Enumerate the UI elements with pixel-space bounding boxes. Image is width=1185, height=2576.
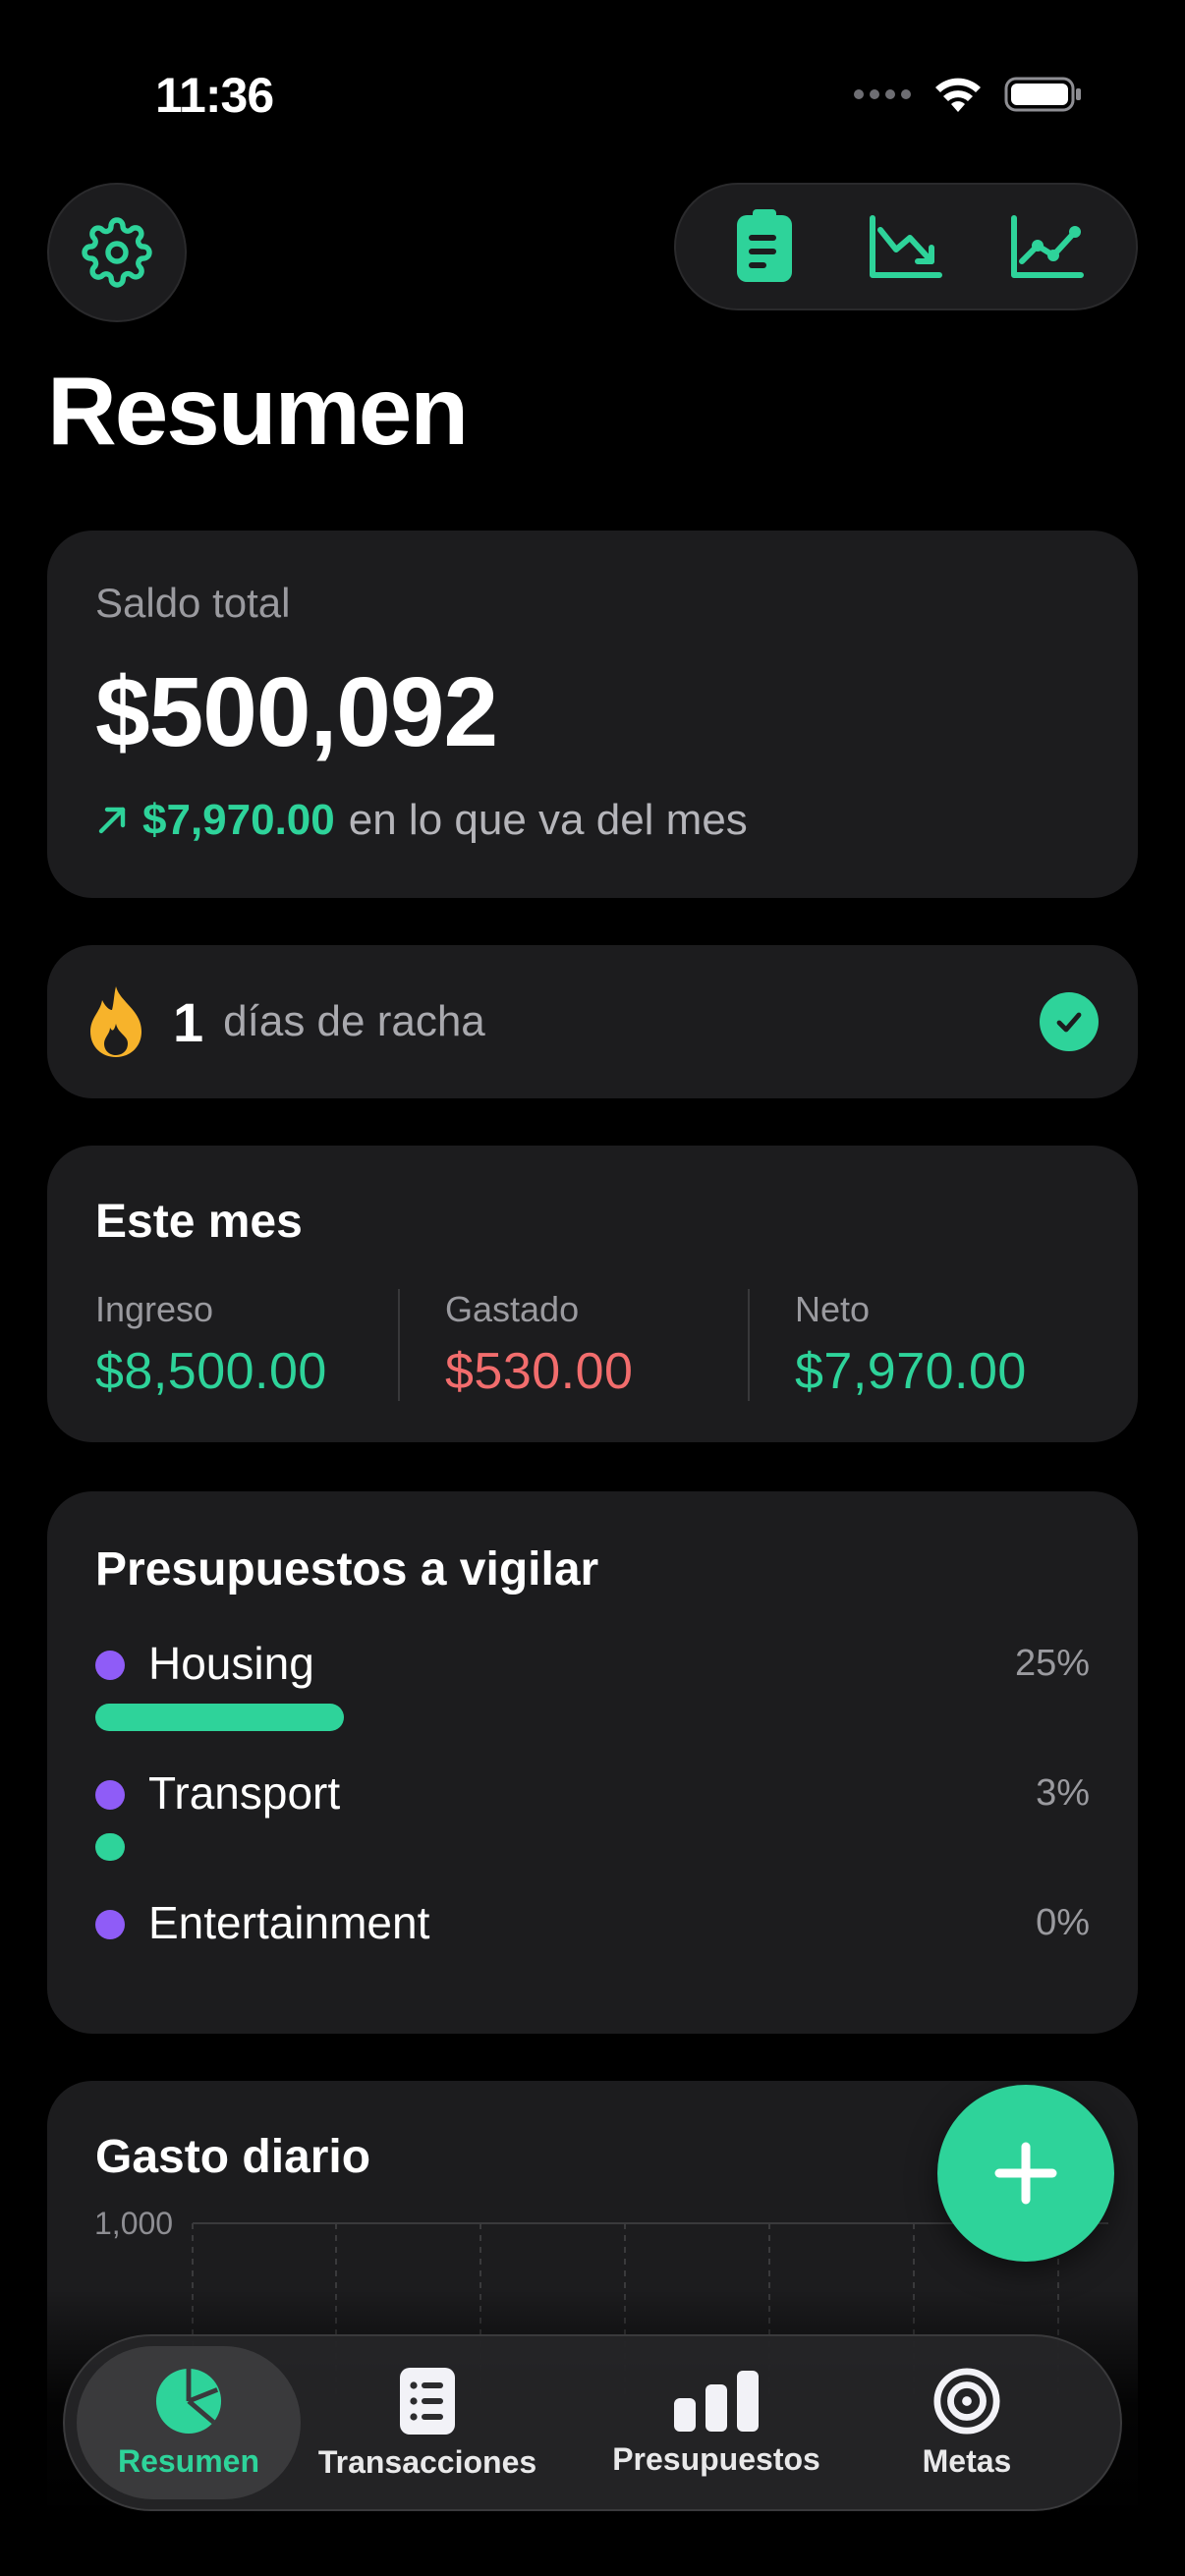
page-title: Resumen xyxy=(47,357,469,465)
budget-dot xyxy=(95,1910,125,1939)
budget-progress-fill xyxy=(95,1833,126,1861)
clipboard-icon xyxy=(737,209,792,282)
header-toolbar xyxy=(674,183,1138,310)
status-bar: 11:36 xyxy=(0,0,1185,187)
streak-card[interactable]: 1 días de racha xyxy=(47,945,1138,1098)
net-value: $7,970.00 xyxy=(795,1343,1027,1400)
net-column: Neto $7,970.00 xyxy=(748,1289,1098,1401)
month-title: Este mes xyxy=(95,1196,303,1248)
cellular-signal-icon xyxy=(854,89,911,99)
budget-percent: 3% xyxy=(1036,1772,1090,1814)
arrow-up-right-icon xyxy=(98,807,126,834)
pie-chart-icon xyxy=(155,2368,222,2434)
month-columns: Ingreso $8,500.00 Gastado $530.00 Neto $… xyxy=(95,1289,1098,1401)
budget-name: Housing xyxy=(148,1638,314,1689)
tab-transacciones[interactable]: Transacciones xyxy=(301,2346,554,2499)
budget-item[interactable]: Housing 25% xyxy=(95,1637,1090,1755)
income-column: Ingreso $8,500.00 xyxy=(95,1289,398,1401)
budget-name: Entertainment xyxy=(148,1897,430,1948)
budget-percent: 0% xyxy=(1036,1902,1090,1943)
tab-label: Transacciones xyxy=(317,2443,537,2480)
y-tick-label: 1,000 xyxy=(94,2206,173,2241)
streak-count: 1 xyxy=(173,990,204,1053)
list-icon xyxy=(400,2367,455,2435)
budget-progress-fill xyxy=(95,1704,344,1731)
status-time: 11:36 xyxy=(155,68,274,123)
balance-label: Saldo total xyxy=(95,580,291,626)
streak-text: días de racha xyxy=(223,997,485,1045)
flame-icon xyxy=(90,986,141,1057)
tab-resumen[interactable]: Resumen xyxy=(77,2346,301,2499)
wifi-icon xyxy=(935,78,981,112)
balance-delta-text: en lo que va del mes xyxy=(348,796,748,844)
budgets-watch-card[interactable]: Presupuestos a vigilar Housing 25% Trans… xyxy=(47,1491,1138,2034)
settings-button[interactable] xyxy=(47,183,187,322)
trend-up-chart-icon xyxy=(1011,215,1084,278)
budget-percent: 25% xyxy=(1014,1643,1090,1684)
budget-progress-track xyxy=(95,1833,1090,1861)
income-label: Ingreso xyxy=(95,1289,214,1329)
tab-metas[interactable]: Metas xyxy=(878,2346,1055,2499)
spent-value: $530.00 xyxy=(445,1343,634,1400)
month-summary-card[interactable]: Este mes Ingreso $8,500.00 Gastado $530.… xyxy=(47,1146,1138,1442)
tab-presupuestos[interactable]: Presupuestos xyxy=(554,2346,878,2499)
balance-value: $500,092 xyxy=(95,657,498,767)
plus-icon xyxy=(994,2142,1057,2205)
streak-row: 1 días de racha xyxy=(86,945,485,1098)
streak-check-badge xyxy=(1040,992,1099,1051)
tab-label: Resumen xyxy=(117,2442,260,2479)
tab-bar: Resumen Transacciones Presupuestos Metas xyxy=(63,2334,1122,2511)
budget-item[interactable]: Entertainment 0% xyxy=(95,1896,1090,2014)
budget-progress-track xyxy=(95,1704,1090,1731)
budget-dot xyxy=(95,1651,125,1680)
income-value: $8,500.00 xyxy=(95,1343,327,1400)
budget-dot xyxy=(95,1780,125,1810)
battery-icon xyxy=(1004,77,1081,112)
balance-delta-value: $7,970.00 xyxy=(142,796,335,844)
net-label: Neto xyxy=(795,1289,871,1329)
tab-label: Metas xyxy=(922,2442,1012,2479)
checkmark-icon xyxy=(1056,1012,1082,1033)
budget-item[interactable]: Transport 3% xyxy=(95,1766,1090,1884)
income-trend-button[interactable] xyxy=(988,193,1106,301)
gear-icon xyxy=(82,217,152,288)
budgets-title: Presupuestos a vigilar xyxy=(95,1543,599,1596)
spent-label: Gastado xyxy=(445,1289,580,1329)
tab-label: Presupuestos xyxy=(612,2440,820,2477)
bar-chart-icon xyxy=(674,2370,759,2432)
expenses-trend-button[interactable] xyxy=(847,193,965,301)
balance-delta: $7,970.00 en lo que va del mes xyxy=(95,796,748,845)
add-transaction-button[interactable] xyxy=(937,2085,1114,2262)
spent-column: Gastado $530.00 xyxy=(398,1289,748,1401)
budget-name: Transport xyxy=(148,1767,341,1819)
trend-down-chart-icon xyxy=(870,215,942,278)
balance-card[interactable]: Saldo total $500,092 $7,970.00 en lo que… xyxy=(47,531,1138,898)
target-icon xyxy=(933,2367,1000,2435)
status-icons xyxy=(853,75,1083,114)
clipboard-button[interactable] xyxy=(705,193,823,301)
